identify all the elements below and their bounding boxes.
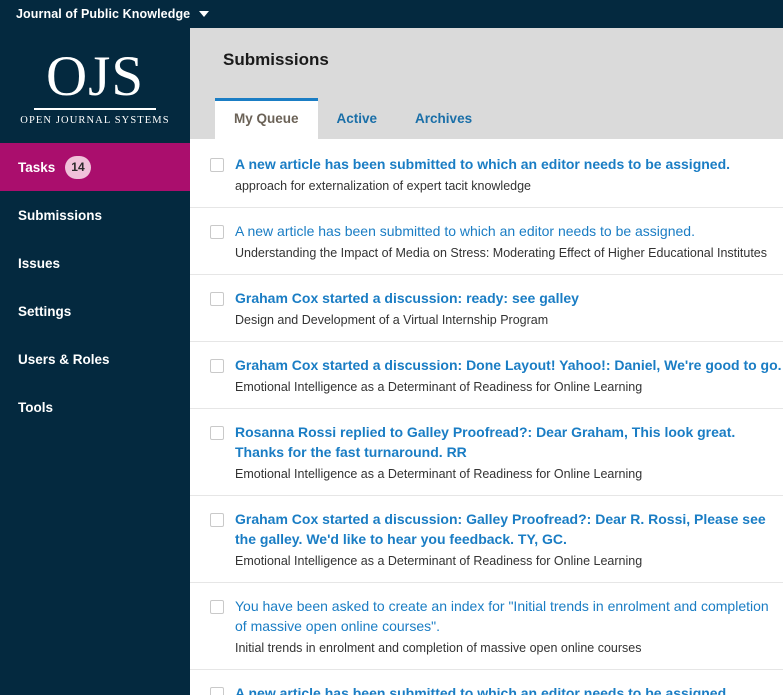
- task-checkbox[interactable]: [210, 687, 224, 695]
- sidebar-nav: Tasks 14 Submissions Issues Settings Use…: [0, 143, 190, 431]
- page-title: Submissions: [223, 50, 329, 69]
- task-row[interactable]: A new article has been submitted to whic…: [190, 208, 783, 275]
- sidebar-item-tasks[interactable]: Tasks 14: [0, 143, 190, 191]
- task-checkbox[interactable]: [210, 292, 224, 306]
- tab-label: My Queue: [234, 111, 299, 126]
- task-checkbox[interactable]: [210, 600, 224, 614]
- tasks-count-badge: 14: [65, 155, 91, 179]
- task-title[interactable]: Rosanna Rossi replied to Galley Proofrea…: [235, 422, 783, 462]
- task-title[interactable]: Graham Cox started a discussion: ready: …: [235, 288, 783, 308]
- sidebar-item-label: Submissions: [18, 207, 103, 223]
- task-title[interactable]: A new article has been submitted to whic…: [235, 154, 783, 174]
- task-subtitle: Emotional Intelligence as a Determinant …: [235, 380, 643, 394]
- task-checkbox[interactable]: [210, 359, 224, 373]
- task-title[interactable]: Graham Cox started a discussion: Done La…: [235, 355, 783, 375]
- main-content: Submissions My Queue Active Archives A n…: [190, 28, 783, 695]
- task-checkbox[interactable]: [210, 426, 224, 440]
- sidebar: OJS OPEN JOURNAL SYSTEMS Tasks 14 Submis…: [0, 28, 190, 695]
- task-row[interactable]: Graham Cox started a discussion: Galley …: [190, 496, 783, 583]
- task-row[interactable]: A new article has been submitted to whic…: [190, 670, 783, 695]
- task-row[interactable]: Graham Cox started a discussion: ready: …: [190, 275, 783, 342]
- task-title[interactable]: Graham Cox started a discussion: Galley …: [235, 509, 783, 549]
- ojs-wordmark: OJS: [45, 44, 145, 108]
- ojs-dashboard: Journal of Public Knowledge OJS OPEN JOU…: [0, 0, 783, 695]
- task-subtitle: Emotional Intelligence as a Determinant …: [235, 554, 643, 568]
- task-checkbox[interactable]: [210, 158, 224, 172]
- task-subtitle: Initial trends in enrolment and completi…: [235, 641, 642, 655]
- task-checkbox[interactable]: [210, 513, 224, 527]
- main-header: Submissions My Queue Active Archives: [190, 28, 783, 139]
- task-list: A new article has been submitted to whic…: [190, 139, 783, 695]
- tab-label: Archives: [415, 111, 473, 126]
- logo-divider: [34, 108, 156, 111]
- ojs-logo: OJS OPEN JOURNAL SYSTEMS: [0, 28, 190, 143]
- top-bar: Journal of Public Knowledge: [0, 0, 783, 28]
- tab-label: Active: [336, 111, 378, 126]
- task-checkbox[interactable]: [210, 225, 224, 239]
- task-subtitle: Design and Development of a Virtual Inte…: [235, 313, 549, 327]
- sidebar-item-label: Tools: [18, 399, 53, 415]
- task-row[interactable]: Graham Cox started a discussion: Done La…: [190, 342, 783, 409]
- sidebar-item-label: Users & Roles: [18, 351, 110, 367]
- tab-archives[interactable]: Archives: [396, 99, 491, 139]
- task-content: Graham Cox started a discussion: Done La…: [235, 355, 783, 396]
- task-content: A new article has been submitted to whic…: [235, 154, 783, 195]
- task-row[interactable]: A new article has been submitted to whic…: [190, 141, 783, 208]
- task-content: Graham Cox started a discussion: ready: …: [235, 288, 783, 329]
- sidebar-item-settings[interactable]: Settings: [0, 287, 190, 335]
- task-row[interactable]: You have been asked to create an index f…: [190, 583, 783, 670]
- sidebar-item-users-roles[interactable]: Users & Roles: [0, 335, 190, 383]
- task-subtitle: Emotional Intelligence as a Determinant …: [235, 467, 643, 481]
- task-title[interactable]: A new article has been submitted to whic…: [235, 221, 783, 241]
- task-content: Rosanna Rossi replied to Galley Proofrea…: [235, 422, 783, 483]
- sidebar-item-issues[interactable]: Issues: [0, 239, 190, 287]
- task-row[interactable]: Rosanna Rossi replied to Galley Proofrea…: [190, 409, 783, 496]
- tab-active[interactable]: Active: [318, 99, 397, 139]
- task-title[interactable]: You have been asked to create an index f…: [235, 596, 783, 636]
- task-content: You have been asked to create an index f…: [235, 596, 783, 657]
- task-subtitle: approach for externalization of expert t…: [235, 179, 532, 193]
- sidebar-item-label: Tasks: [18, 159, 56, 175]
- tab-bar: My Queue Active Archives: [215, 98, 491, 139]
- task-subtitle: Understanding the Impact of Media on Str…: [235, 246, 768, 260]
- task-content: A new article has been submitted to whic…: [235, 221, 783, 262]
- sidebar-item-submissions[interactable]: Submissions: [0, 191, 190, 239]
- task-content: Graham Cox started a discussion: Galley …: [235, 509, 783, 570]
- chevron-down-icon[interactable]: [199, 11, 210, 17]
- journal-title: Journal of Public Knowledge: [16, 7, 191, 21]
- task-content: A new article has been submitted to whic…: [235, 683, 783, 695]
- ojs-subtitle: OPEN JOURNAL SYSTEMS: [20, 115, 170, 127]
- tab-my-queue[interactable]: My Queue: [215, 98, 318, 139]
- task-title[interactable]: A new article has been submitted to whic…: [235, 683, 783, 695]
- sidebar-item-tools[interactable]: Tools: [0, 383, 190, 431]
- sidebar-item-label: Settings: [18, 303, 72, 319]
- sidebar-item-label: Issues: [18, 255, 61, 271]
